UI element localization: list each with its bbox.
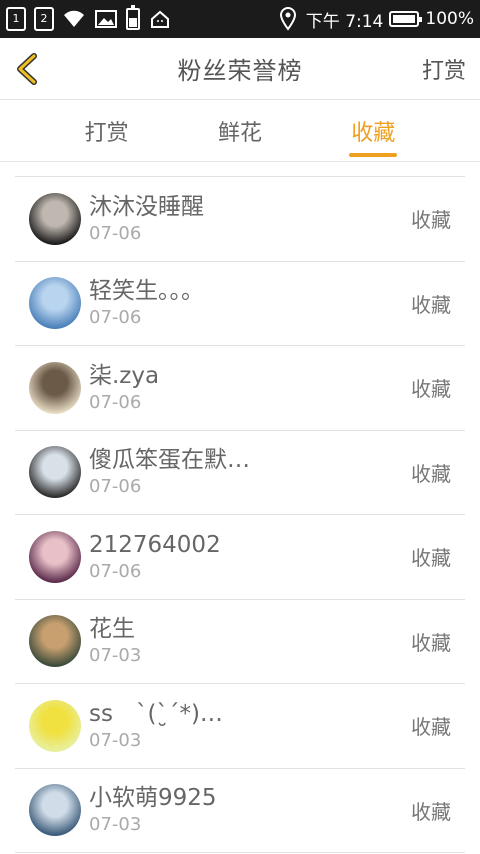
action-label: 收藏 xyxy=(411,546,451,571)
list-item[interactable]: 柒.zya 07-06 收藏 xyxy=(15,346,465,431)
user-name: 212764002 xyxy=(89,531,221,558)
avatar[interactable] xyxy=(29,446,81,499)
sim1-icon: 1 xyxy=(6,7,26,31)
status-bar: 1 2 下午 7:14 100% xyxy=(0,0,480,38)
list-item[interactable]: 沐沐没睡醒 07-06 收藏 xyxy=(15,177,465,262)
avatar[interactable] xyxy=(29,699,81,752)
date: 07-06 xyxy=(89,307,142,329)
battery-icon xyxy=(389,11,423,27)
wifi-icon xyxy=(62,7,86,31)
list-item[interactable]: 212764002 07-06 收藏 xyxy=(15,515,465,600)
sim2-icon: 2 xyxy=(34,7,54,31)
action-label: 收藏 xyxy=(411,377,451,402)
battery-small-icon xyxy=(126,5,140,30)
clock: 下午 7:14 xyxy=(305,11,384,32)
avatar[interactable] xyxy=(29,530,81,583)
tab-reward[interactable]: 打赏 xyxy=(67,115,147,161)
tab-favorites[interactable]: 收藏 xyxy=(333,115,413,161)
list-item-meta: 花生 07-03 xyxy=(89,614,411,668)
user-name: 傻瓜笨蛋在默… xyxy=(89,447,250,474)
tab-flowers[interactable]: 鲜花 xyxy=(200,115,280,161)
app-header: 粉丝荣誉榜 打赏 xyxy=(0,38,480,100)
list-item-meta: 沐沐没睡醒 07-06 xyxy=(89,192,411,246)
avatar[interactable] xyxy=(29,784,81,837)
action-label: 收藏 xyxy=(411,208,451,233)
list-item-meta: 傻瓜笨蛋在默… 07-06 xyxy=(89,445,411,499)
tab-bar: 打赏 鲜花 收藏 xyxy=(0,100,480,162)
action-label: 收藏 xyxy=(411,461,451,486)
user-name: 小软萌9925 xyxy=(89,785,217,812)
fan-list: 沐沐没睡醒 07-06 收藏 轻笑生。。。 07-06 收藏 柒.zya 07-06 收藏 傻瓜笨… xyxy=(15,176,465,853)
action-label: 收藏 xyxy=(411,799,451,824)
list-item-meta: 柒.zya 07-06 xyxy=(89,361,411,415)
list-item[interactable]: 傻瓜笨蛋在默… 07-06 收藏 xyxy=(15,431,465,515)
date: 07-03 xyxy=(89,814,142,836)
avatar[interactable] xyxy=(29,192,81,245)
list-item[interactable]: 花生 07-03 收藏 xyxy=(15,600,465,684)
avatar[interactable] xyxy=(29,361,81,414)
user-name: 轻笑生。。。 xyxy=(89,278,204,305)
avatar[interactable] xyxy=(29,277,81,330)
action-label: 收藏 xyxy=(411,292,451,317)
list-item-meta: 轻笑生。。。 07-06 xyxy=(89,276,411,330)
home-icon xyxy=(148,7,172,31)
date: 07-03 xyxy=(89,729,142,751)
back-button[interactable] xyxy=(12,52,46,86)
list-item[interactable]: 轻笑生。。。 07-06 收藏 xyxy=(15,262,465,346)
list-item-meta: ss ˋ(ˋ̮ˊ*)… 07-03 xyxy=(89,699,411,753)
page-title: 粉丝荣誉榜 xyxy=(177,57,303,85)
user-name: 柒.zya xyxy=(89,362,160,389)
avatar[interactable] xyxy=(29,615,81,668)
date: 07-06 xyxy=(89,222,142,244)
image-icon xyxy=(94,7,118,31)
list-item[interactable]: ss ˋ(ˋ̮ˊ*)… 07-03 收藏 xyxy=(15,684,465,769)
action-label: 收藏 xyxy=(411,715,451,740)
user-name: ss ˋ(ˋ̮ˊ*)… xyxy=(89,700,223,727)
location-icon xyxy=(276,7,300,31)
list-item-meta: 212764002 07-06 xyxy=(89,530,411,584)
battery-percent: 100% xyxy=(425,9,474,29)
date: 07-06 xyxy=(89,560,142,582)
chevron-left-icon xyxy=(17,53,37,85)
user-name: 沐沐没睡醒 xyxy=(89,193,204,220)
reward-button[interactable]: 打赏 xyxy=(422,53,466,85)
date: 07-03 xyxy=(89,645,142,667)
date: 07-06 xyxy=(89,391,142,413)
list-item-meta: 小软萌9925 07-03 xyxy=(89,783,411,837)
date: 07-06 xyxy=(89,476,142,498)
action-label: 收藏 xyxy=(411,630,451,655)
list-item[interactable]: 小软萌9925 07-03 收藏 xyxy=(15,769,465,853)
user-name: 花生 xyxy=(89,616,135,643)
